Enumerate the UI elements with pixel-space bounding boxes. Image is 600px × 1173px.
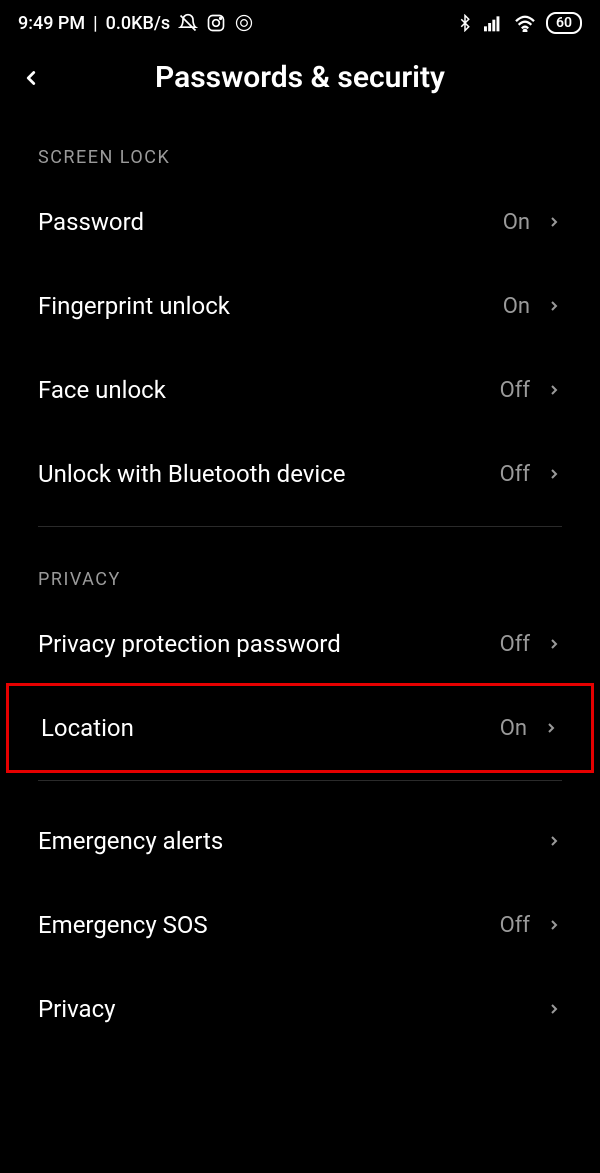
row-privacy-protection-password[interactable]: Privacy protection password Off xyxy=(0,602,600,686)
row-fingerprint-unlock[interactable]: Fingerprint unlock On xyxy=(0,264,600,348)
row-right: Off xyxy=(500,913,562,938)
status-right: 60 xyxy=(456,12,582,34)
row-right xyxy=(546,1001,562,1017)
chevron-right-icon xyxy=(543,720,559,736)
row-label: Fingerprint unlock xyxy=(38,292,230,320)
row-face-unlock[interactable]: Face unlock Off xyxy=(0,348,600,432)
row-right: On xyxy=(503,210,562,235)
battery-indicator: 60 xyxy=(546,12,582,34)
chevron-right-icon xyxy=(546,298,562,314)
status-bar: 9:49 PM | 0.0KB/s xyxy=(0,0,600,42)
row-label: Location xyxy=(41,714,134,742)
notification-off-icon xyxy=(178,13,198,33)
row-privacy[interactable]: Privacy xyxy=(0,967,600,1051)
chevron-right-icon xyxy=(546,833,562,849)
badge-icon xyxy=(234,13,254,33)
chevron-right-icon xyxy=(546,1001,562,1017)
section-header-privacy: PRIVACY xyxy=(0,545,600,602)
row-location[interactable]: Location On xyxy=(6,683,594,773)
row-password[interactable]: Password On xyxy=(0,180,600,264)
row-right xyxy=(546,833,562,849)
row-value: Off xyxy=(500,913,530,938)
row-emergency-sos[interactable]: Emergency SOS Off xyxy=(0,883,600,967)
row-value: On xyxy=(503,294,530,319)
row-label: Unlock with Bluetooth device xyxy=(38,460,346,488)
status-left: 9:49 PM | 0.0KB/s xyxy=(18,13,254,34)
instagram-icon xyxy=(206,13,226,33)
row-label: Emergency SOS xyxy=(38,911,208,939)
row-label: Face unlock xyxy=(38,376,166,404)
row-value: Off xyxy=(500,378,530,403)
chevron-right-icon xyxy=(546,917,562,933)
wifi-icon xyxy=(514,14,536,32)
status-network-speed: 0.0KB/s xyxy=(106,13,171,34)
row-right: Off xyxy=(500,462,562,487)
row-value: Off xyxy=(500,462,530,487)
row-label: Privacy xyxy=(38,995,116,1023)
signal-icon xyxy=(484,14,504,32)
row-label: Privacy protection password xyxy=(38,630,341,658)
divider xyxy=(38,780,562,781)
row-value: On xyxy=(500,716,527,741)
row-label: Password xyxy=(38,208,144,236)
row-right: On xyxy=(500,716,559,741)
status-separator: | xyxy=(93,13,97,34)
row-value: On xyxy=(503,210,530,235)
page-title: Passwords & security xyxy=(60,60,540,95)
chevron-right-icon xyxy=(546,214,562,230)
divider xyxy=(38,526,562,527)
row-right: Off xyxy=(500,378,562,403)
chevron-right-icon xyxy=(546,636,562,652)
chevron-right-icon xyxy=(546,466,562,482)
row-bluetooth-unlock[interactable]: Unlock with Bluetooth device Off xyxy=(0,432,600,516)
row-emergency-alerts[interactable]: Emergency alerts xyxy=(0,799,600,883)
header: Passwords & security xyxy=(0,42,600,123)
row-label: Emergency alerts xyxy=(38,827,223,855)
chevron-right-icon xyxy=(546,382,562,398)
bluetooth-icon xyxy=(456,14,474,32)
row-right: On xyxy=(503,294,562,319)
section-header-screen-lock: SCREEN LOCK xyxy=(0,123,600,180)
back-button[interactable] xyxy=(20,67,60,89)
row-value: Off xyxy=(500,632,530,657)
status-time: 9:49 PM xyxy=(18,13,85,34)
row-right: Off xyxy=(500,632,562,657)
